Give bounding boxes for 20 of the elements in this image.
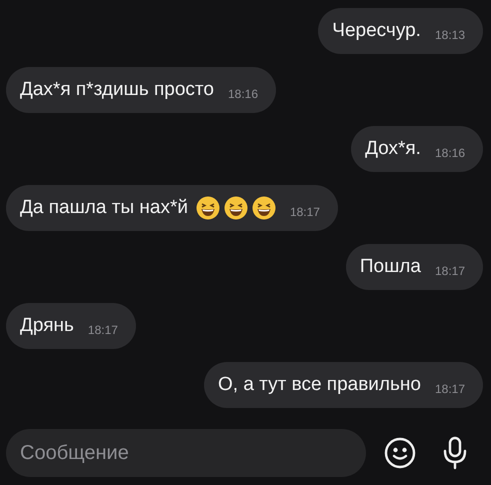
message-time: 18:16: [228, 87, 258, 101]
message-time: 18:17: [88, 323, 118, 337]
message-text: Дах*я п*здишь просто: [20, 79, 214, 101]
message-text: Чересчур.: [332, 20, 421, 42]
message-text: Да пашла ты нах*й: [20, 197, 188, 219]
message-time: 18:17: [434, 382, 465, 396]
message-time: 18:17: [290, 205, 320, 219]
laughing-emoji-icon: [252, 196, 276, 220]
laughing-emoji-icon: [224, 196, 248, 220]
message-time: 18:13: [434, 28, 465, 42]
smiley-icon[interactable]: [384, 437, 416, 469]
message-text: Дох*я.: [365, 138, 421, 160]
microphone-icon[interactable]: [442, 436, 468, 470]
message-time: 18:16: [434, 146, 465, 160]
message-text: Пошла: [360, 256, 421, 278]
message-time: 18:17: [434, 264, 465, 278]
message-text: Дрянь: [20, 315, 74, 337]
message-text: О, а тут все правильно: [218, 374, 421, 396]
message-input-field[interactable]: Сообщение: [6, 429, 366, 477]
laughing-emoji-icon: [196, 196, 220, 220]
